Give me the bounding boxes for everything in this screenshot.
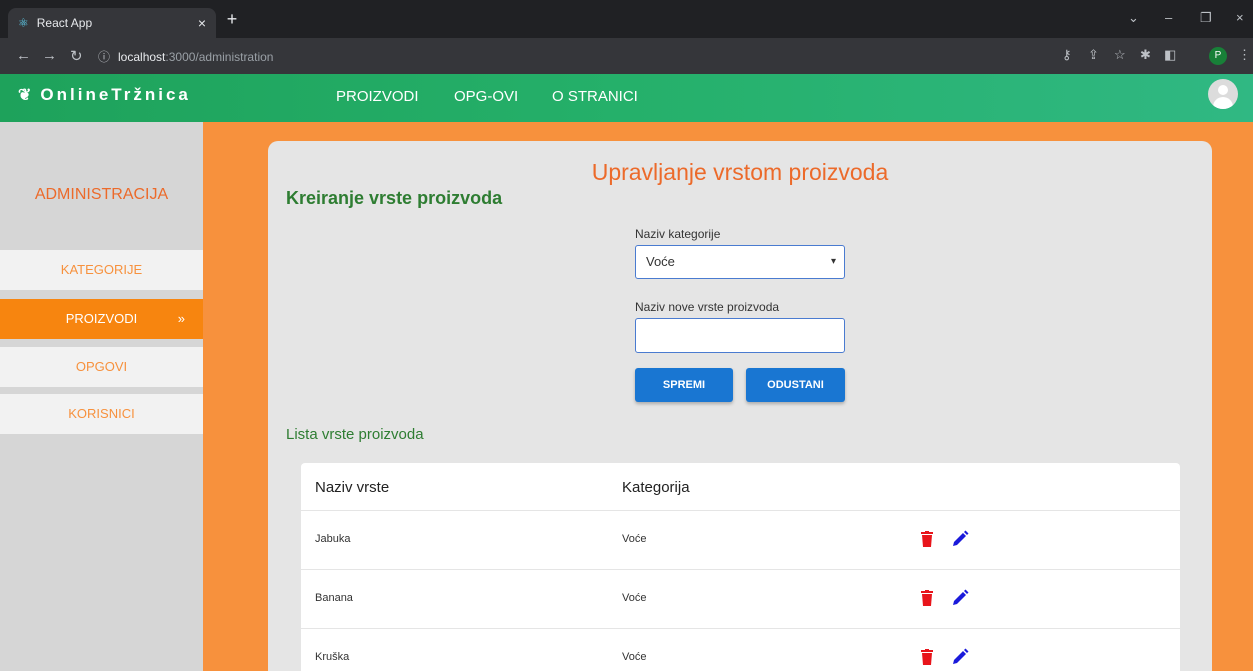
new-tab-button[interactable]: +	[220, 8, 244, 32]
profile-initial: P	[1214, 50, 1222, 61]
sidebar-item-label: OPGOVI	[75, 359, 128, 374]
restore-icon[interactable]: ❐	[1200, 10, 1212, 26]
edit-icon[interactable]	[951, 530, 969, 548]
minimize-icon[interactable]: –	[1165, 10, 1172, 25]
sidebar-item-label: PROIZVODI	[65, 311, 138, 326]
react-icon: ⚛	[18, 16, 29, 30]
row-name: Jabuka	[315, 533, 351, 545]
cancel-button[interactable]: ODUSTANI	[746, 368, 845, 402]
reload-icon[interactable]: ↻	[70, 47, 83, 65]
url-field[interactable]: ⓘ localhost :3000/administration	[98, 46, 1048, 68]
leaf-icon: ❦	[18, 87, 35, 104]
tab-search-icon[interactable]: ⌄	[1128, 10, 1139, 26]
chevron-right-icon: »	[177, 311, 185, 326]
key-icon[interactable]: ⚷	[1062, 47, 1072, 63]
app-navbar: ❦ OnlineTržnica PROIZVODI OPG-OVI O STRA…	[0, 74, 1253, 122]
list-title: Lista vrste proizvoda	[286, 426, 424, 443]
browser-tab[interactable]: ⚛ React App ×	[8, 8, 216, 38]
delete-icon[interactable]	[921, 649, 933, 665]
nav-link-o-stranici[interactable]: O STRANICI	[552, 88, 638, 105]
delete-icon[interactable]	[921, 531, 933, 547]
category-select[interactable]: Voće ▾	[635, 245, 845, 279]
page-title: Upravljanje vrstom proizvoda	[591, 159, 889, 185]
back-icon[interactable]: ←	[16, 47, 31, 64]
address-bar-row: ← → ↻ ⓘ localhost :3000/administration ⚷…	[0, 38, 1253, 74]
sidebar-item-opgovi[interactable]: OPGOVI	[0, 347, 203, 387]
table-row: Kruška Voće	[301, 629, 1180, 671]
info-icon[interactable]: ⓘ	[98, 46, 110, 68]
browser-tab-bar: ⚛ React App × + ⌄ – ❐ ×	[0, 0, 1253, 38]
chevron-down-icon: ▾	[830, 256, 836, 267]
new-type-label: Naziv nove vrste proizvoda	[635, 300, 780, 314]
sidebar-item-kategorije[interactable]: KATEGORIJE	[0, 250, 203, 290]
section-title: Kreiranje vrste proizvoda	[286, 188, 503, 208]
brand-logo[interactable]: ❦ OnlineTržnica	[18, 85, 191, 105]
row-name: Kruška	[315, 651, 350, 663]
sidebar-item-label: KORISNICI	[68, 406, 135, 421]
close-window-icon[interactable]: ×	[1236, 10, 1244, 25]
sidebar-item-proizvodi[interactable]: PROIZVODI »	[0, 299, 203, 339]
nav-link-proizvodi[interactable]: PROIZVODI	[336, 88, 419, 105]
product-type-table: Naziv vrste Kategorija Jabuka Voće Banan…	[301, 463, 1180, 671]
sidepanel-icon[interactable]: ◧	[1164, 47, 1176, 63]
close-tab-icon[interactable]: ×	[198, 15, 206, 31]
url-host: localhost	[118, 50, 166, 64]
forward-icon[interactable]: →	[42, 47, 57, 64]
profile-avatar[interactable]: P	[1209, 47, 1227, 65]
extensions-icon[interactable]: ✱	[1140, 47, 1151, 63]
header-kategorija: Kategorija	[622, 479, 690, 496]
sidebar-title: ADMINISTRACIJA	[34, 186, 169, 203]
edit-icon[interactable]	[951, 589, 969, 607]
admin-sidebar: ADMINISTRACIJA KATEGORIJE PROIZVODI » OP…	[0, 122, 203, 671]
row-name: Banana	[315, 592, 353, 604]
sidebar-item-label: KATEGORIJE	[60, 262, 143, 277]
row-category: Voće	[622, 651, 647, 663]
avatar-body	[1213, 97, 1233, 109]
star-icon[interactable]: ☆	[1114, 47, 1126, 63]
avatar-head	[1218, 85, 1228, 95]
menu-icon[interactable]: ⋮	[1238, 47, 1251, 63]
new-type-input[interactable]	[635, 318, 845, 353]
brand-name: OnlineTržnica	[40, 85, 191, 104]
row-category: Voće	[622, 592, 647, 604]
share-icon[interactable]: ⇪	[1088, 47, 1099, 63]
category-label: Naziv kategorije	[635, 227, 721, 241]
category-select-value: Voće	[646, 254, 675, 269]
delete-icon[interactable]	[921, 590, 933, 606]
edit-icon[interactable]	[951, 648, 969, 666]
nav-link-opg-ovi[interactable]: OPG-OVI	[454, 88, 518, 105]
table-row: Banana Voće	[301, 570, 1180, 629]
save-button[interactable]: SPREMI	[635, 368, 733, 402]
row-category: Voće	[622, 533, 647, 545]
sidebar-item-korisnici[interactable]: KORISNICI	[0, 394, 203, 434]
main-card: Upravljanje vrstom proizvoda Kreiranje v…	[268, 141, 1212, 671]
header-naziv-vrste: Naziv vrste	[315, 479, 390, 496]
table-header: Naziv vrste Kategorija	[301, 463, 1180, 511]
table-row: Jabuka Voće	[301, 511, 1180, 570]
url-path: :3000/administration	[165, 50, 274, 64]
user-avatar[interactable]	[1208, 79, 1238, 109]
tab-title: React App	[36, 16, 93, 30]
